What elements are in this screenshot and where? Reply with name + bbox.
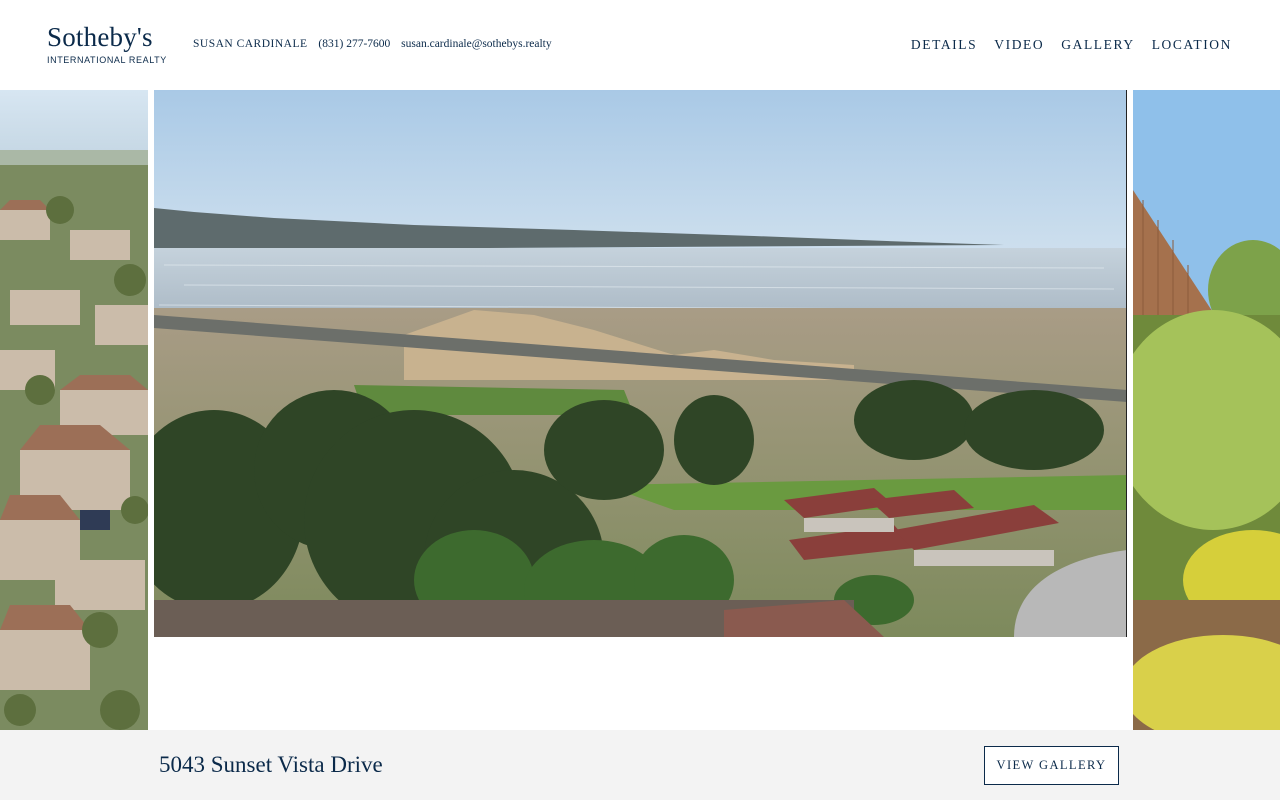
nav-video[interactable]: VIDEO <box>994 37 1044 53</box>
agent-contact: SUSAN CARDINALE (831) 277-7600 susan.car… <box>193 38 560 50</box>
agent-phone[interactable]: (831) 277-7600 <box>318 38 390 50</box>
slide-divider <box>1126 90 1127 637</box>
nav-details[interactable]: DETAILS <box>911 37 977 53</box>
gallery-slide-previous[interactable] <box>0 90 148 730</box>
brand-name: Sotheby's <box>47 22 153 52</box>
neighborhood-aerial-photo <box>0 90 148 730</box>
brand-logo[interactable]: Sotheby's INTERNATIONAL REALTY <box>47 22 167 65</box>
garden-photo <box>1133 90 1280 730</box>
listing-address: 5043 Sunset Vista Drive <box>159 752 383 777</box>
coastal-aerial-photo <box>154 90 1127 637</box>
gallery-slide-next[interactable] <box>1133 90 1280 730</box>
nav-location[interactable]: LOCATION <box>1152 37 1232 53</box>
brand-subtitle: INTERNATIONAL REALTY <box>47 55 167 65</box>
agent-email[interactable]: susan.cardinale@sothebys.realty <box>401 38 551 50</box>
site-header: Sotheby's INTERNATIONAL REALTY SUSAN CAR… <box>0 0 1280 90</box>
gallery-slide-current[interactable] <box>154 90 1127 637</box>
agent-name: SUSAN CARDINALE <box>193 38 308 50</box>
main-nav: DETAILS VIDEO GALLERY LOCATION <box>911 37 1232 53</box>
view-gallery-button[interactable]: VIEW GALLERY <box>984 746 1119 785</box>
nav-gallery[interactable]: GALLERY <box>1061 37 1134 53</box>
